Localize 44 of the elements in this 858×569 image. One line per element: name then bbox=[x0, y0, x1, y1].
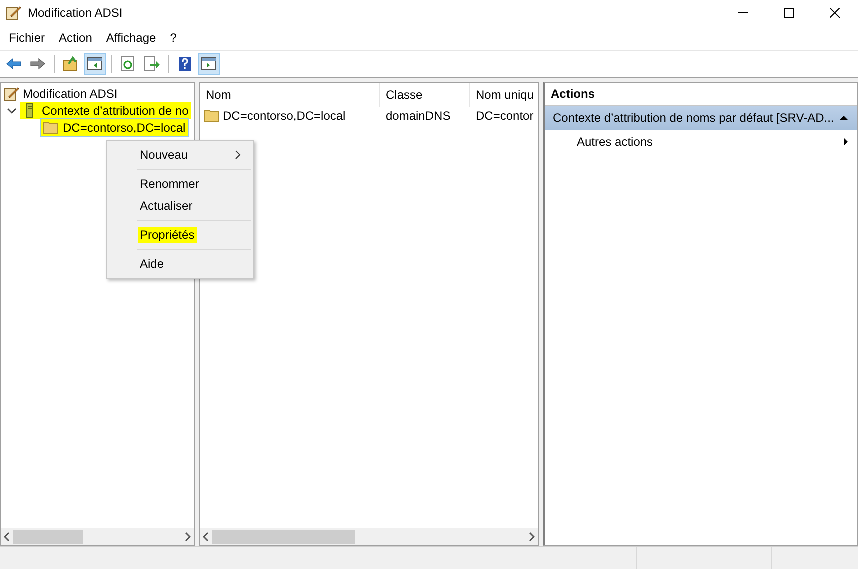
tree-item[interactable]: DC=contorso,DC=local bbox=[41, 119, 188, 136]
menu-item[interactable]: Propriétés bbox=[138, 227, 197, 243]
back-arrow-icon bbox=[6, 56, 22, 72]
actions-section-header[interactable]: Contexte d’attribution de noms par défaut [SRV-AD... bbox=[545, 106, 857, 130]
folder-up-icon bbox=[63, 56, 79, 72]
action-link[interactable]: Autres actions bbox=[577, 135, 843, 149]
scroll-right-icon[interactable] bbox=[185, 532, 191, 542]
menu-item[interactable]: Affichage bbox=[99, 31, 164, 45]
scroll-left-icon[interactable] bbox=[4, 532, 10, 542]
table-cell: domainDNS bbox=[386, 109, 451, 123]
menu-item[interactable]: Actualiser bbox=[138, 198, 195, 214]
menu-item[interactable]: Nouveau bbox=[138, 147, 190, 163]
forward-arrow-icon bbox=[30, 56, 46, 72]
export-icon bbox=[144, 56, 160, 72]
folder-icon bbox=[204, 108, 220, 124]
window-title: Modification ADSI bbox=[28, 6, 124, 20]
menu-item[interactable]: Action bbox=[52, 31, 100, 45]
column-header[interactable]: Nom bbox=[200, 83, 380, 107]
tree-item[interactable]: Modification ADSI bbox=[23, 86, 118, 100]
app-icon bbox=[4, 86, 20, 102]
menu-item[interactable]: Renommer bbox=[138, 176, 202, 192]
app-icon bbox=[6, 5, 22, 21]
maximize-icon[interactable] bbox=[784, 8, 794, 18]
actions-button[interactable] bbox=[198, 53, 220, 75]
menu-item[interactable]: ? bbox=[163, 31, 184, 45]
help-icon bbox=[177, 56, 193, 72]
table-cell: DC=contorso,DC=local bbox=[223, 109, 346, 123]
scroll-left-icon[interactable] bbox=[203, 532, 209, 542]
menu-item[interactable]: Fichier bbox=[2, 31, 52, 45]
tree-button[interactable] bbox=[84, 53, 106, 75]
column-header[interactable]: Nom uniqu bbox=[470, 83, 538, 107]
tree-item[interactable]: Contexte d’attribution de no bbox=[20, 102, 191, 119]
menu-item[interactable]: Aide bbox=[138, 256, 166, 272]
horizontal-scrollbar[interactable] bbox=[1, 528, 194, 545]
refresh-icon bbox=[120, 56, 136, 72]
close-icon[interactable] bbox=[830, 8, 840, 18]
pane-icon bbox=[87, 56, 103, 72]
horizontal-scrollbar[interactable] bbox=[200, 528, 538, 545]
column-header[interactable]: Classe bbox=[380, 83, 470, 107]
collapse-icon[interactable] bbox=[839, 113, 849, 123]
expand-icon[interactable] bbox=[7, 106, 17, 116]
table-cell: DC=contor bbox=[476, 109, 534, 123]
pane-icon bbox=[201, 56, 217, 72]
scroll-right-icon[interactable] bbox=[529, 532, 535, 542]
